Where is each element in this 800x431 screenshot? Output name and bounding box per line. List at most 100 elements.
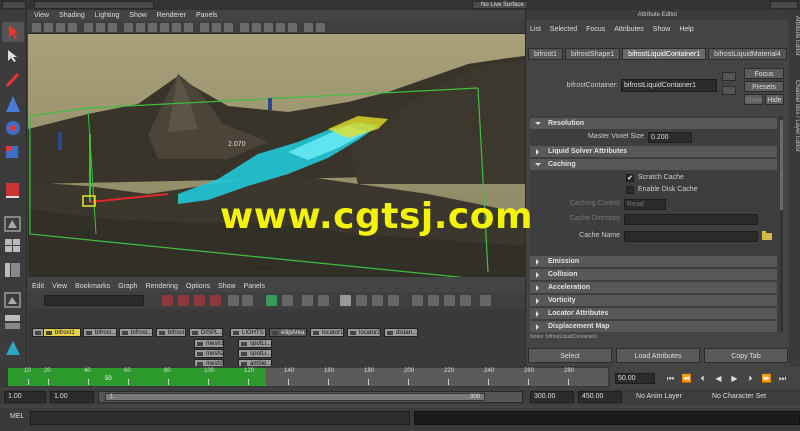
- folder-icon[interactable]: [762, 231, 772, 240]
- anim-layer-dropdown[interactable]: No Anim Layer: [636, 391, 682, 403]
- disk-cache-checkbox[interactable]: [626, 186, 634, 194]
- ae-menu-selected[interactable]: Selected: [550, 26, 577, 33]
- graph-up-icon[interactable]: [162, 295, 173, 306]
- step-forward-key-icon[interactable]: ⏩: [760, 374, 773, 383]
- ae-menu-list[interactable]: List: [530, 26, 541, 33]
- layout-hypershade-icon[interactable]: [2, 338, 24, 358]
- grid-icon[interactable]: [84, 23, 93, 32]
- copy-tab-button[interactable]: Copy Tab: [704, 348, 788, 363]
- go-to-end-icon[interactable]: ⏭: [776, 374, 789, 384]
- graph-node-ellip[interactable]: ellipArea...: [269, 328, 307, 337]
- shaded-icon[interactable]: [316, 23, 325, 32]
- move-tool-icon[interactable]: [2, 94, 24, 114]
- load-attributes-button[interactable]: Load Attributes: [616, 348, 700, 363]
- grid-toggle-icon[interactable]: [282, 295, 293, 306]
- input-connection-icon[interactable]: [722, 72, 736, 81]
- camera-attr-icon[interactable]: [44, 23, 53, 32]
- show-button[interactable]: Show: [744, 94, 763, 105]
- play-backward-icon[interactable]: ◀: [712, 374, 725, 383]
- ae-menu-attributes[interactable]: Attributes: [614, 26, 644, 33]
- pin-icon[interactable]: [266, 295, 277, 306]
- clear-graph-icon[interactable]: [210, 295, 221, 306]
- smooth-shade-icon[interactable]: [136, 23, 145, 32]
- mode-dropdown[interactable]: [2, 1, 26, 9]
- node-menu-options[interactable]: Options: [186, 283, 210, 290]
- collapse-icon[interactable]: [460, 295, 471, 306]
- attribute-scrollbar[interactable]: [780, 116, 783, 332]
- camera-select-icon[interactable]: [32, 23, 41, 32]
- master-voxel-field[interactable]: 0.200: [648, 132, 692, 143]
- section-liquid-solver[interactable]: Liquid Solver Attributes: [530, 146, 777, 157]
- last-tool-icon[interactable]: [2, 180, 24, 200]
- current-frame-field[interactable]: 50.00: [615, 373, 655, 384]
- shadows-icon[interactable]: [184, 23, 193, 32]
- node-editor-settings-icon[interactable]: [480, 295, 491, 306]
- arrange-icon[interactable]: [318, 295, 329, 306]
- graph-down-icon[interactable]: [178, 295, 189, 306]
- section-caching[interactable]: Caching: [530, 159, 777, 170]
- step-back-key-icon[interactable]: ⏪: [680, 374, 693, 383]
- scratch-cache-checkbox[interactable]: ✔: [626, 174, 634, 182]
- backface-icon[interactable]: [224, 23, 233, 32]
- ambient-occlusion-icon[interactable]: [252, 23, 261, 32]
- section-vorticity[interactable]: Vorticity: [530, 295, 777, 306]
- create-node-icon[interactable]: [412, 295, 423, 306]
- attribute-scrollbar-thumb[interactable]: [780, 120, 783, 210]
- tab-bifrost-liquid-material4[interactable]: bifrostLiquidMaterial4: [708, 48, 787, 60]
- node-menu-view[interactable]: View: [52, 283, 67, 290]
- live-surface-field[interactable]: No Live Surface: [472, 1, 528, 9]
- current-frame-marker[interactable]: 50: [105, 376, 112, 382]
- vtab-channel-box[interactable]: Channel Box / Layer Editor: [790, 80, 800, 152]
- graph-node-bifrost[interactable]: bifrost...: [83, 328, 117, 337]
- node-menu-rendering[interactable]: Rendering: [146, 283, 178, 290]
- play-forward-icon[interactable]: ▶: [728, 374, 741, 383]
- range-slider-thumb[interactable]: 1 300: [105, 393, 485, 401]
- graph-node-mesh2[interactable]: mesh2: [194, 349, 224, 358]
- container-name-field[interactable]: bifrostLiquidContainer1: [621, 79, 717, 92]
- wireframe-on-shaded-icon[interactable]: [148, 23, 157, 32]
- xray-joints-icon[interactable]: [212, 23, 221, 32]
- paint-select-icon[interactable]: [2, 70, 24, 90]
- graph-node-displ[interactable]: DISPL...: [189, 328, 223, 337]
- motion-blur-icon[interactable]: [264, 23, 273, 32]
- graph-node-locator2[interactable]: locator2: [347, 328, 381, 337]
- caching-control-dropdown[interactable]: Read: [624, 199, 666, 210]
- node-menu-bookmarks[interactable]: Bookmarks: [75, 283, 110, 290]
- remove-selected-icon[interactable]: [242, 295, 253, 306]
- rotate-tool-icon[interactable]: [2, 118, 24, 138]
- xray-icon[interactable]: [200, 23, 209, 32]
- animation-start-field[interactable]: 1.00: [4, 391, 46, 403]
- film-gate-icon[interactable]: [96, 23, 105, 32]
- tab-bifrost-liquid-container1[interactable]: bifrostLiquidContainer1: [622, 48, 707, 60]
- expand-icon[interactable]: [444, 295, 455, 306]
- node-list-icon[interactable]: [428, 295, 439, 306]
- node-search-field[interactable]: [44, 295, 144, 306]
- add-selected-icon[interactable]: [228, 295, 239, 306]
- ae-menu-help[interactable]: Help: [679, 26, 693, 33]
- select-tool-icon[interactable]: [2, 22, 24, 42]
- graph-both-icon[interactable]: [194, 295, 205, 306]
- isolate-select-icon[interactable]: [240, 23, 249, 32]
- go-to-start-icon[interactable]: ⏮: [664, 374, 677, 384]
- hide-button[interactable]: Hide: [765, 94, 784, 105]
- character-set-dropdown[interactable]: No Character Set: [712, 391, 766, 403]
- layout-outliner-icon[interactable]: [2, 260, 24, 280]
- vtab-attribute-editor[interactable]: Attribute Editor: [790, 16, 800, 56]
- viewport-menu-view[interactable]: View: [34, 12, 49, 19]
- layout-icon[interactable]: [302, 295, 313, 306]
- viewport-menu-shading[interactable]: Shading: [59, 12, 85, 19]
- textured-icon[interactable]: [160, 23, 169, 32]
- section-collision[interactable]: Collision: [530, 269, 777, 280]
- section-acceleration[interactable]: Acceleration: [530, 282, 777, 293]
- viewport-menu-renderer[interactable]: Renderer: [157, 12, 186, 19]
- graph-node-spotlight[interactable]: spotLi...: [238, 349, 272, 358]
- ae-menu-show[interactable]: Show: [653, 26, 671, 33]
- graph-node-lights[interactable]: LIGHTS: [230, 328, 266, 337]
- window-controls[interactable]: [770, 1, 798, 9]
- step-forward-frame-icon[interactable]: ⏵: [744, 374, 757, 384]
- layout-single-icon[interactable]: [2, 214, 24, 234]
- viewport-menu-show[interactable]: Show: [129, 12, 147, 19]
- hud-icon[interactable]: [304, 23, 313, 32]
- layout-graph-icon[interactable]: [2, 290, 24, 310]
- graph-node-spotlight[interactable]: spotLi...: [238, 339, 272, 348]
